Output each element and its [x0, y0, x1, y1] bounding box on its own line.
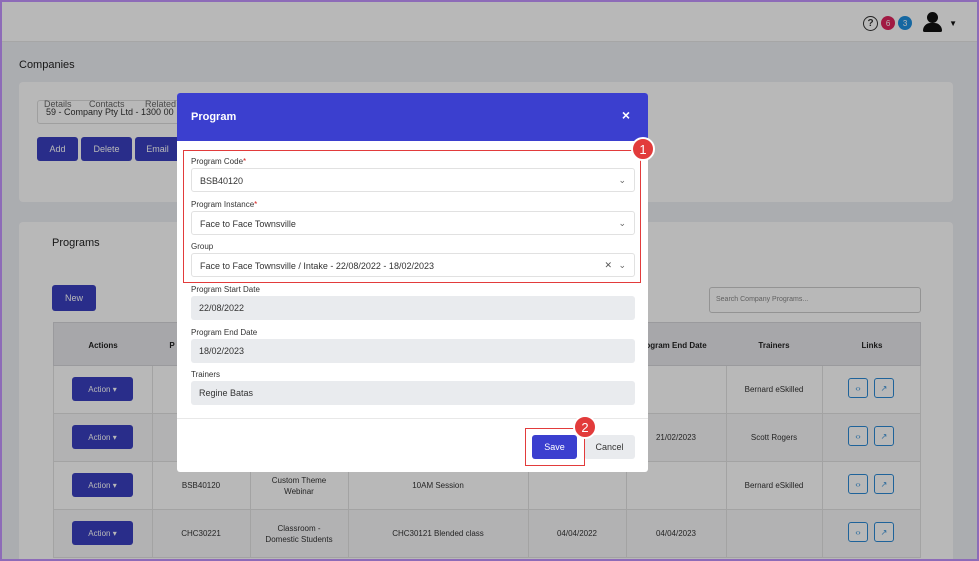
trainers-field: Regine Batas: [191, 381, 635, 405]
app-frame: ? 6 3 ▼ Companies 59 - Company Pty Ltd -…: [0, 0, 979, 561]
end-date-field: 18/02/2023: [191, 339, 635, 363]
end-date-label: Program End Date: [191, 328, 258, 337]
cancel-button[interactable]: Cancel: [584, 435, 635, 459]
close-icon[interactable]: ×: [622, 107, 630, 123]
step-marker-1: 1: [631, 137, 655, 161]
modal-header: Program ×: [177, 93, 648, 141]
modal-title: Program: [191, 111, 237, 123]
trainers-label: Trainers: [191, 370, 221, 379]
highlight-box-fields: [183, 150, 641, 283]
start-date-field: 22/08/2022: [191, 296, 635, 320]
start-date-label: Program Start Date: [191, 285, 260, 294]
step-marker-2: 2: [573, 415, 597, 439]
